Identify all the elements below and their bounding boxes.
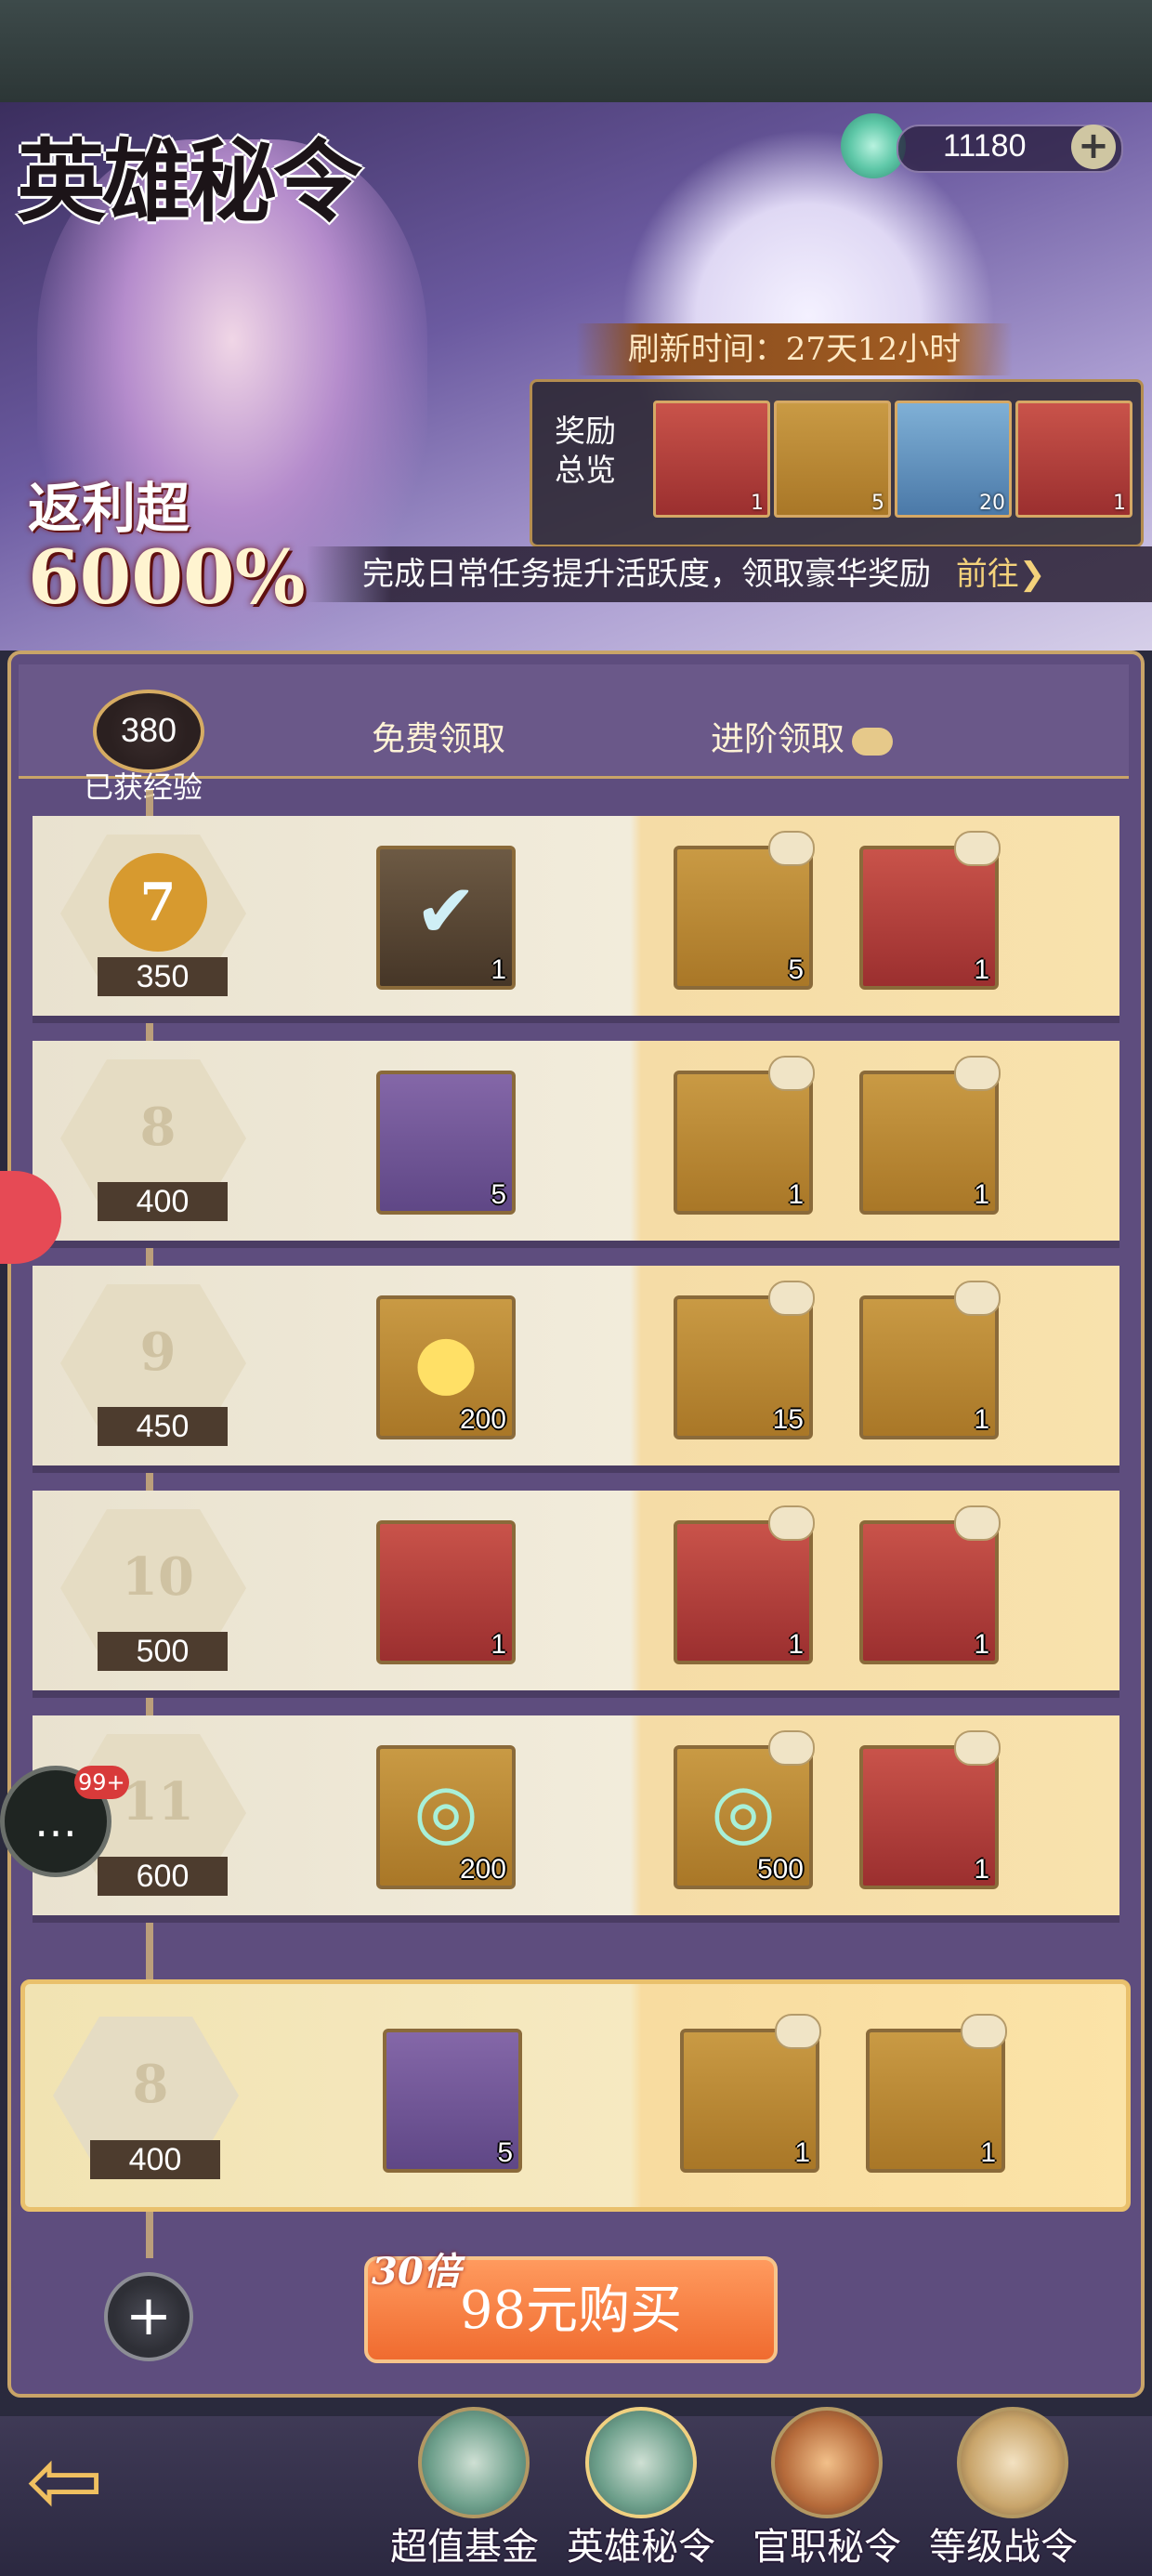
reward-row: 10 500 1 1 1	[33, 1491, 1119, 1698]
rebate-label: 返利超	[28, 477, 190, 540]
flower-chest-icon[interactable]: 1	[866, 2014, 1007, 2173]
rebate-banner: 返利超 6000%	[28, 465, 306, 621]
flower-chest-icon[interactable]: 5	[774, 401, 891, 518]
multiplier-badge: 30倍	[372, 2250, 461, 2293]
back-arrow-icon[interactable]: ⇦	[26, 2435, 165, 2537]
lock-icon	[775, 2014, 821, 2049]
level-number: 8	[139, 1097, 177, 1158]
level-exp: 450	[98, 1407, 228, 1446]
jade-icon[interactable]: ◎ 200	[376, 1745, 516, 1889]
reward-row: 11 600 ◎ 200 ◎ 500 1	[33, 1715, 1119, 1923]
level-exp: 600	[98, 1857, 228, 1896]
level-exp: 500	[98, 1632, 228, 1671]
red-envelope-icon[interactable]: 1	[859, 1730, 1001, 1889]
reward-row: 8 400 5 1 1	[33, 1041, 1119, 1248]
lock-icon	[954, 1056, 1001, 1091]
jade-icon[interactable]: ◎ 500	[674, 1730, 815, 1889]
chat-badge: 99+	[74, 1766, 129, 1799]
rewards-label: 奖励总览	[555, 413, 616, 488]
currency-display: 11180 +	[841, 112, 1129, 178]
token-card-icon[interactable]: 1	[653, 401, 770, 518]
official-pass-icon	[771, 2407, 883, 2518]
gold-orb-icon[interactable]: ● 200	[376, 1295, 516, 1439]
blue-crest-icon[interactable]: 20	[895, 401, 1012, 518]
lock-icon	[768, 1730, 815, 1766]
lock-icon	[768, 1056, 815, 1091]
rewards-overview[interactable]: 奖励总览 1 5 20 1	[530, 379, 1144, 547]
level-number: 10	[122, 1546, 194, 1608]
lock-icon	[954, 1281, 1001, 1316]
treasure-chest-icon[interactable]: 1	[859, 831, 1001, 990]
task-text: 完成日常任务提升活跃度，领取豪华奖励	[362, 556, 931, 593]
lock-icon	[954, 831, 1001, 866]
lock-icon	[768, 831, 815, 866]
level-exp: 350	[98, 957, 228, 996]
red-envelope-icon[interactable]: 1	[376, 1520, 516, 1664]
page-title: 英雄秘令	[17, 129, 362, 234]
add-currency-button[interactable]: +	[1071, 125, 1116, 169]
level-exp: 400	[98, 1182, 228, 1221]
level-exp: 400	[90, 2140, 220, 2179]
advanced-column-title: 进阶领取	[711, 712, 894, 760]
rebate-value: 6000%	[28, 533, 306, 621]
reward-row: 7 350 ✔ 1 5 1	[33, 816, 1119, 1023]
red-envelope-icon[interactable]: 1	[674, 1505, 815, 1664]
level-number: 7	[139, 872, 177, 933]
task-strip: 完成日常任务提升活跃度，领取豪华奖励 前往❯	[307, 546, 1152, 602]
nav-level-pass[interactable]: 等级战令	[929, 2407, 1096, 2574]
lock-icon	[961, 2014, 1007, 2049]
kunai-icon[interactable]: 5	[383, 2029, 522, 2173]
lock-icon	[954, 1730, 1001, 1766]
nav-hero-pass[interactable]: 英雄秘令	[557, 2407, 725, 2574]
kunai-icon[interactable]: 1	[859, 1281, 1001, 1439]
exp-counter: 380	[93, 690, 204, 773]
fund-icon	[418, 2407, 530, 2518]
helmet-icon[interactable]: 15	[674, 1281, 815, 1439]
red-envelope-icon[interactable]: 1	[1015, 401, 1132, 518]
level-pass-icon	[957, 2407, 1068, 2518]
exp-label: 已获经验	[84, 769, 203, 805]
level-number: 9	[139, 1321, 177, 1383]
lock-icon	[852, 728, 894, 756]
kunai-icon[interactable]: 5	[376, 1071, 516, 1215]
nav-official-pass[interactable]: 官职秘令	[743, 2407, 910, 2574]
flower-chest-icon[interactable]: 1	[859, 1056, 1001, 1215]
lock-icon	[768, 1281, 815, 1316]
refresh-timer: 刷新时间：27天12小时	[576, 323, 1013, 375]
currency-value: 11180	[943, 128, 1027, 164]
featured-reward-row: 8 400 5 1 1	[20, 1979, 1131, 2212]
treasure-chest-icon[interactable]: 1	[859, 1505, 1001, 1664]
nav-fund[interactable]: 超值基金	[381, 2407, 548, 2574]
goto-link[interactable]: 前往❯	[956, 556, 1046, 593]
chat-icon: …	[34, 1796, 77, 1847]
kunai-icon[interactable]: 1	[674, 1056, 815, 1215]
lock-icon	[768, 1505, 815, 1541]
kunai-icon[interactable]: 1	[680, 2014, 821, 2173]
status-bar	[0, 0, 1152, 102]
gold-token-icon[interactable]: 5	[674, 831, 815, 990]
level-number: 8	[132, 2054, 169, 2115]
level-number: 11	[122, 1771, 194, 1833]
lock-icon	[954, 1505, 1001, 1541]
chevron-right-icon: ❯	[1018, 556, 1046, 593]
claimed-card-icon[interactable]: ✔ 1	[376, 846, 516, 990]
free-column-title: 免费领取	[372, 720, 506, 758]
add-level-button[interactable]: +	[104, 2272, 193, 2361]
reward-row: 9 450 ● 200 15 1	[33, 1266, 1119, 1473]
hero-pass-icon	[585, 2407, 697, 2518]
